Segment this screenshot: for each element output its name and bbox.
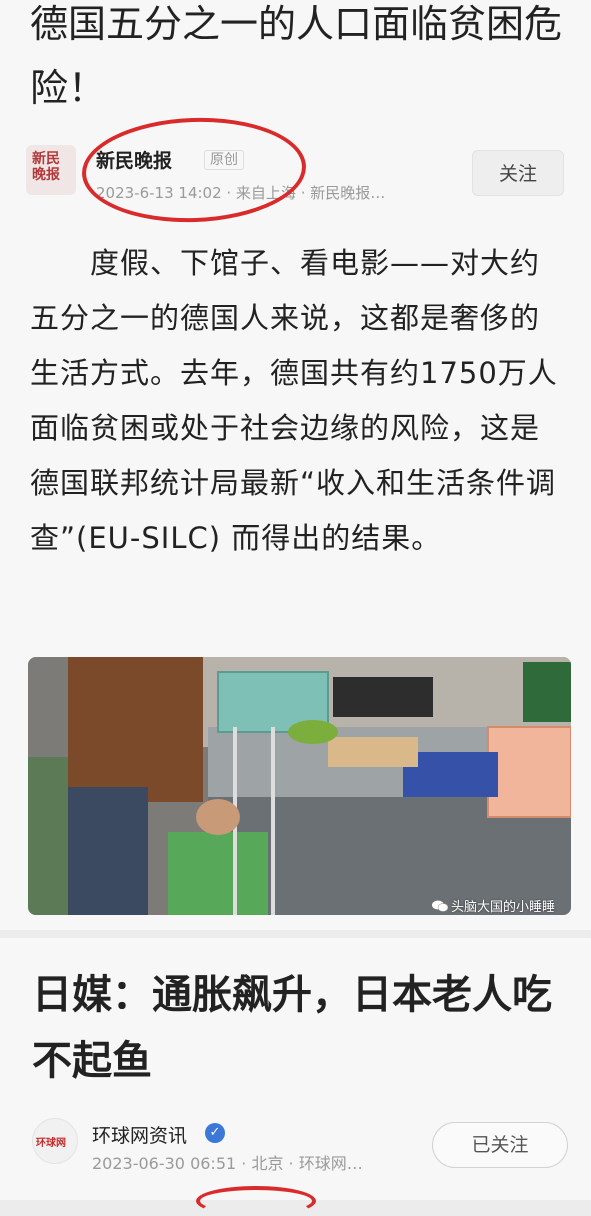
source-logo-2[interactable]: 环球网 <box>32 1118 78 1164</box>
followed-button[interactable]: 已关注 <box>432 1122 568 1168</box>
watermark: 头脑大国的小睡睡 <box>432 896 555 915</box>
logo-text: 新民晚报 <box>32 151 60 183</box>
source-name-2[interactable]: 环球网资讯 <box>92 1121 187 1148</box>
logo-text: 环球网 <box>36 1138 66 1149</box>
follow-button[interactable]: 关注 <box>472 150 564 196</box>
article-2-meta: 2023-06-30 06:51 · 北京 · 环球网… <box>92 1154 363 1173</box>
verified-check-icon: ✓ <box>205 1123 225 1143</box>
source-logo-1[interactable]: 新民晚报 <box>26 145 76 195</box>
highlight-arc <box>196 1186 316 1216</box>
watermark-text: 头脑大国的小睡睡 <box>451 900 556 915</box>
article-1-body: 度假、下馆子、看电影——对大约五分之一的德国人来说，这都是奢侈的生活方式。去年，… <box>30 246 558 555</box>
article-2-title[interactable]: 日媒：通胀飙升，日本老人吃不起鱼 <box>32 962 572 1094</box>
article-1-photo[interactable] <box>28 657 571 915</box>
wechat-icon <box>432 900 448 912</box>
supermarket-photo <box>28 657 571 915</box>
article-1-title[interactable]: 德国五分之一的人口面临贫困危险！ <box>30 0 570 120</box>
